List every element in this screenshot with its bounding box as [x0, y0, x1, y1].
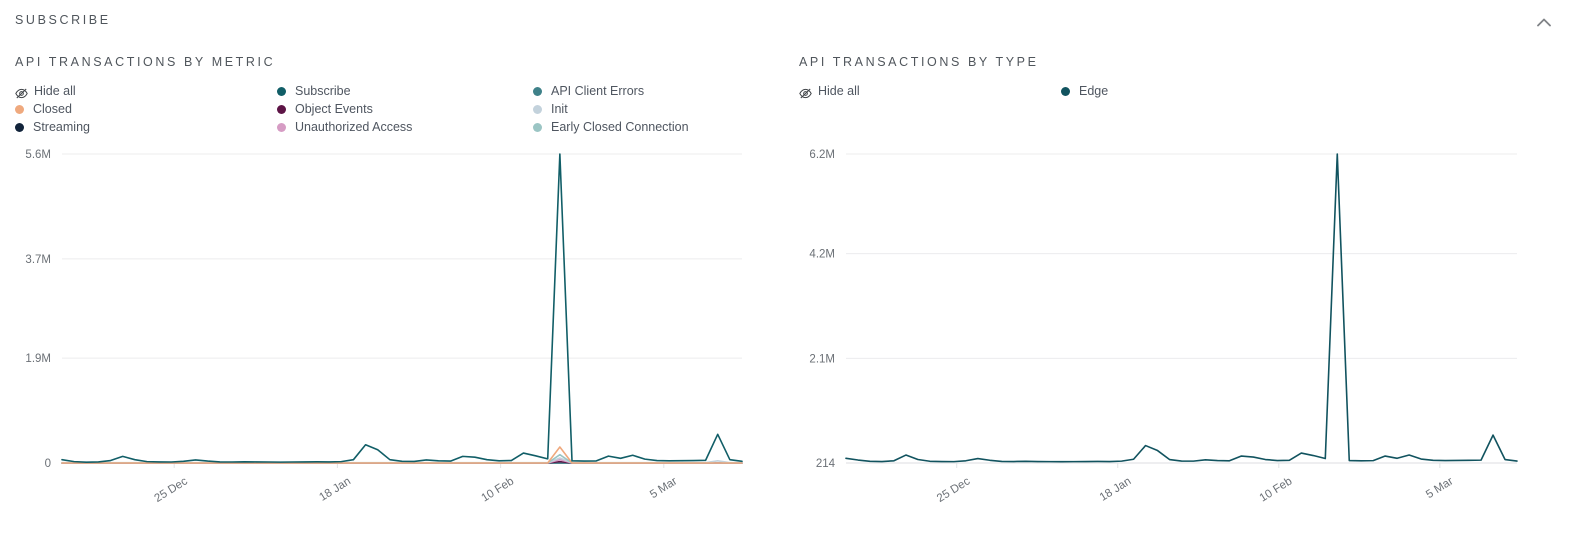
legend-hide-all-toggle[interactable]: Hide all — [799, 82, 860, 100]
legend-column-2: Subscribe Object Events Unauthorized Acc… — [277, 82, 412, 136]
legend-item-label: API Client Errors — [551, 84, 645, 98]
page-title: SUBSCRIBE — [15, 13, 111, 27]
legend-item-subscribe[interactable]: Subscribe — [277, 82, 412, 100]
legend-item-label: Closed — [33, 102, 72, 116]
legend-item-object-events[interactable]: Object Events — [277, 100, 412, 118]
legend-item-streaming[interactable]: Streaming — [15, 118, 90, 136]
legend-item-label: Subscribe — [295, 84, 351, 98]
legend-swatch — [15, 122, 24, 132]
plot-area[interactable]: 214 2.1M 4.2M 6.2M 25 Dec 18 Jan 10 Feb 5 Mar — [784, 142, 1569, 541]
line-chart-svg[interactable]: 0 1.9M 3.7M 5.6M 25 Dec 18 Jan 10 Feb 5 Mar — [0, 142, 784, 541]
legend-item-label: Edge — [1079, 84, 1109, 98]
chevron-up-icon — [1537, 18, 1551, 27]
y-axis-tick-label: 2.1M — [809, 353, 835, 365]
legend-swatch — [277, 86, 286, 96]
chart-panel-api-transactions-by-metric: API TRANSACTIONS BY METRIC Hide all Clos… — [0, 42, 784, 541]
legend-item-label: Streaming — [33, 120, 90, 134]
legend-swatch — [277, 104, 286, 114]
x-axis-tick-label: 25 Dec — [153, 475, 190, 505]
legend-swatch — [277, 122, 286, 132]
x-axis-tick-label: 10 Feb — [1258, 475, 1295, 504]
legend-item-label: Init — [551, 102, 568, 116]
legend-item-early-closed-connection[interactable]: Early Closed Connection — [533, 118, 689, 136]
panel-header: SUBSCRIBE — [0, 0, 1569, 42]
legend-item-label: Unauthorized Access — [295, 120, 413, 134]
collapse-panel-button[interactable] — [1531, 9, 1557, 35]
legend-column-3: API Client Errors Init Early Closed Conn… — [533, 82, 689, 136]
charts-row: API TRANSACTIONS BY METRIC Hide all Clos… — [0, 42, 1569, 541]
legend-item-label: Object Events — [295, 102, 373, 116]
legend-column-1: Hide all — [799, 82, 860, 100]
legend-column-2: Edge — [1061, 82, 1108, 100]
chart-title: API TRANSACTIONS BY TYPE — [799, 55, 1039, 69]
x-axis-tick-label: 10 Feb — [479, 475, 516, 504]
y-axis-tick-label: 214 — [816, 458, 836, 470]
legend-swatch — [1061, 86, 1070, 96]
series-line-edge — [845, 153, 1518, 463]
legend-item-label: Early Closed Connection — [551, 120, 689, 134]
chart-panel-api-transactions-by-type: API TRANSACTIONS BY TYPE Hide all Edge 2… — [784, 42, 1569, 541]
y-axis-tick-label: 3.7M — [25, 254, 51, 266]
x-axis-tick-label: 25 Dec — [935, 475, 972, 505]
legend-item-unauthorized-access[interactable]: Unauthorized Access — [277, 118, 412, 136]
x-axis-tick-label: 5 Mar — [648, 475, 679, 501]
legend-hide-all-label: Hide all — [818, 84, 860, 98]
line-chart-svg[interactable]: 214 2.1M 4.2M 6.2M 25 Dec 18 Jan 10 Feb 5 Mar — [784, 142, 1569, 541]
legend-item-init[interactable]: Init — [533, 100, 689, 118]
legend-hide-all-toggle[interactable]: Hide all — [15, 82, 90, 100]
chart-title: API TRANSACTIONS BY METRIC — [15, 55, 276, 69]
plot-area[interactable]: 0 1.9M 3.7M 5.6M 25 Dec 18 Jan 10 Feb 5 Mar — [0, 142, 784, 541]
legend-swatch — [533, 122, 542, 132]
series-line-subscribe — [61, 153, 743, 463]
legend-item-edge[interactable]: Edge — [1061, 82, 1108, 100]
x-axis-tick-label: 5 Mar — [1424, 475, 1455, 501]
legend-swatch — [533, 86, 542, 96]
y-axis-tick-label: 1.9M — [25, 353, 51, 365]
y-axis-tick-label: 5.6M — [25, 149, 51, 161]
legend-column-1: Hide all Closed Streaming — [15, 82, 90, 136]
x-axis-tick-label: 18 Jan — [1098, 475, 1134, 503]
legend-hide-all-label: Hide all — [34, 84, 76, 98]
y-axis-tick-label: 0 — [45, 458, 51, 470]
eye-slash-icon — [15, 86, 28, 98]
x-axis-tick-label: 18 Jan — [317, 475, 353, 503]
y-axis-tick-label: 4.2M — [809, 249, 835, 261]
legend-item-api-client-errors[interactable]: API Client Errors — [533, 82, 689, 100]
eye-slash-icon — [799, 86, 812, 98]
legend-swatch — [15, 104, 24, 114]
legend-swatch — [533, 104, 542, 114]
y-axis-tick-label: 6.2M — [809, 149, 835, 161]
legend-item-closed[interactable]: Closed — [15, 100, 90, 118]
